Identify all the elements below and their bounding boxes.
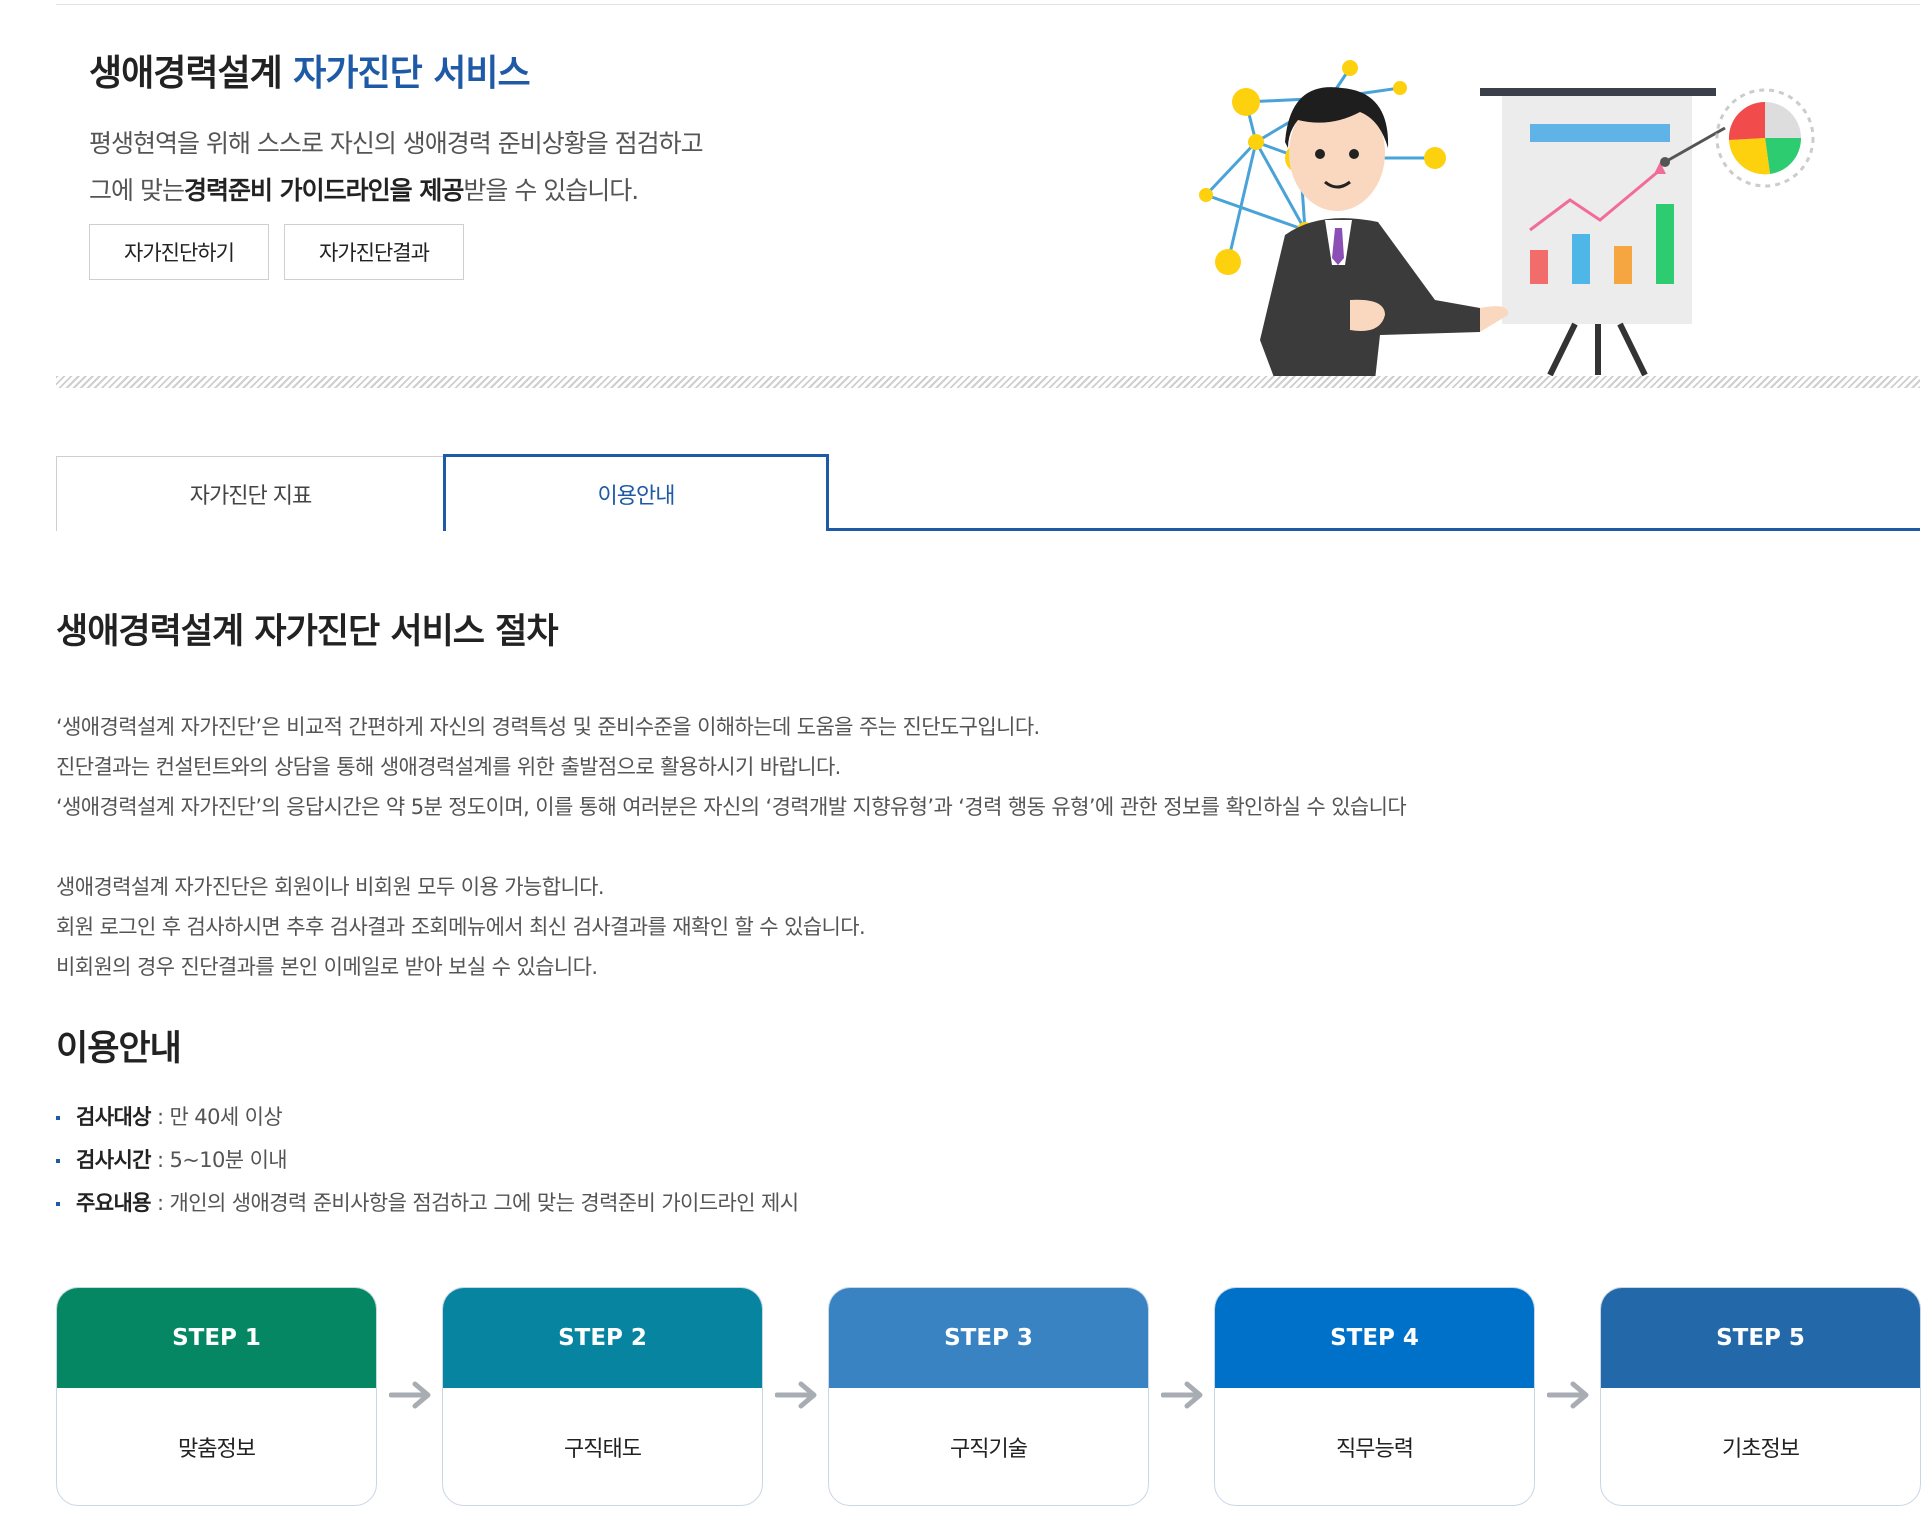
- arrow-right-icon: [389, 1381, 431, 1409]
- arrow-right-icon: [1547, 1381, 1589, 1409]
- hero-title-main: 생애경력설계: [89, 53, 283, 94]
- step-number: STEP 5: [1601, 1288, 1920, 1388]
- procedure-text-line: 회원 로그인 후 검사하시면 추후 검사결과 조회메뉴에서 최신 검사결과를 재…: [56, 915, 866, 939]
- hero-desc-line2-bold: 경력준비 가이드라인을 제공: [183, 176, 464, 205]
- hero-description: 평생현역을 위해 스스로 자신의 생애경력 준비상황을 점검하고 그에 맞는경력…: [89, 120, 704, 214]
- step-number: STEP 3: [829, 1288, 1148, 1388]
- top-divider: [56, 4, 1920, 5]
- start-diagnosis-button[interactable]: 자가진단하기: [89, 224, 269, 280]
- step-name: 직무능력: [1336, 1436, 1414, 1462]
- step-card-1: STEP 1 맞춤정보: [56, 1287, 377, 1506]
- hero-desc-line2-c: 받을 수 있습니다.: [463, 176, 639, 205]
- step-card-3: STEP 3 구직기술: [828, 1287, 1149, 1506]
- arrow-right-icon: [1161, 1381, 1203, 1409]
- step-number: STEP 2: [443, 1288, 762, 1388]
- procedure-paragraph-2: 생애경력설계 자가진단은 회원이나 비회원 모두 이용 가능합니다. 회원 로그…: [56, 867, 866, 987]
- consultant-presentation-illustration: [1199, 60, 1815, 380]
- guide-item-value: : 5~10분 이내: [150, 1148, 288, 1172]
- hero-title-accent: 자가진단 서비스: [293, 53, 530, 94]
- guide-item-label: 검사대상: [76, 1105, 151, 1129]
- step-name: 기초정보: [1722, 1436, 1800, 1462]
- presentation-board: [1480, 88, 1716, 377]
- procedure-heading: 생애경력설계 자가진단 서비스 절차: [56, 612, 559, 652]
- step-card-4: STEP 4 직무능력: [1214, 1287, 1535, 1506]
- hero-desc-line2-a: 그에 맞는: [89, 176, 185, 205]
- procedure-text-line: 진단결과는 컨설턴트와의 상담을 통해 생애경력설계를 위한 출발점으로 활용하…: [56, 755, 841, 779]
- guide-item-target: 검사대상 : 만 40세 이상: [56, 1096, 798, 1139]
- arrow-right-icon: [775, 1381, 817, 1409]
- step-name: 구직기술: [950, 1436, 1028, 1462]
- guide-item-time: 검사시간 : 5~10분 이내: [56, 1139, 798, 1182]
- tab-usage-guide[interactable]: 이용안내: [443, 454, 829, 534]
- step-card-2: STEP 2 구직태도: [442, 1287, 763, 1506]
- procedure-paragraph-1: ‘생애경력설계 자가진단’은 비교적 간편하게 자신의 경력특성 및 준비수준을…: [56, 707, 1407, 827]
- procedure-text-line: 비회원의 경우 진단결과를 본인 이메일로 받아 보실 수 있습니다.: [56, 955, 598, 979]
- guide-item-content: 주요내용 : 개인의 생애경력 준비사항을 점검하고 그에 맞는 경력준비 가이…: [56, 1182, 799, 1225]
- step-card-5: STEP 5 기초정보: [1600, 1287, 1921, 1506]
- guide-item-value: : 만 40세 이상: [150, 1105, 283, 1129]
- step-name: 구직태도: [564, 1436, 642, 1462]
- step-number: STEP 1: [57, 1288, 376, 1388]
- hatch-divider: [56, 376, 1920, 388]
- tab-diagnosis-index[interactable]: 자가진단 지표: [56, 456, 445, 531]
- hero-desc-line1: 평생현역을 위해 스스로 자신의 생애경력 준비상황을 점검하고: [89, 129, 704, 158]
- usage-guide-heading: 이용안내: [56, 1029, 182, 1069]
- consultant-character: [1260, 87, 1509, 380]
- procedure-text-line: ‘생애경력설계 자가진단’의 응답시간은 약 5분 정도이며, 이를 통해 여러…: [56, 795, 1407, 819]
- procedure-text-line: 생애경력설계 자가진단은 회원이나 비회원 모두 이용 가능합니다.: [56, 875, 605, 899]
- step-name: 맞춤정보: [178, 1436, 256, 1462]
- hero-desc-line2: 그에 맞는경력준비 가이드라인을 제공받을 수 있습니다.: [89, 167, 703, 214]
- hero-title: 생애경력설계 자가진단 서비스: [89, 44, 531, 96]
- guide-item-label: 검사시간: [76, 1148, 151, 1172]
- guide-item-label: 주요내용: [76, 1191, 151, 1215]
- guide-item-value: : 개인의 생애경력 준비사항을 점검하고 그에 맞는 경력준비 가이드라인 제…: [150, 1191, 799, 1215]
- diagnosis-result-button[interactable]: 자가진단결과: [284, 224, 464, 280]
- procedure-text-line: ‘생애경력설계 자가진단’은 비교적 간편하게 자신의 경력특성 및 준비수준을…: [56, 715, 1040, 739]
- step-number: STEP 4: [1215, 1288, 1534, 1388]
- usage-guide-list: 검사대상 : 만 40세 이상 검사시간 : 5~10분 이내 주요내용 : 개…: [56, 1096, 799, 1225]
